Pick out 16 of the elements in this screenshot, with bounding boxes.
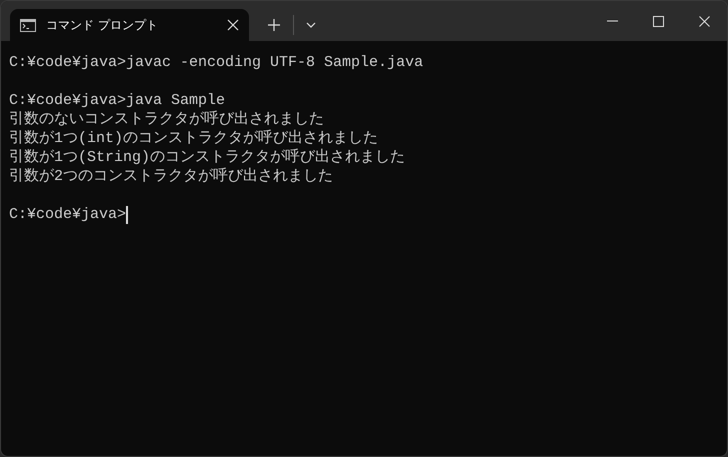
terminal-icon: [20, 18, 36, 32]
console-line: 引数のないコンストラクタが呼び出されました: [9, 110, 324, 129]
close-tab-button[interactable]: [227, 19, 239, 31]
tab-title: コマンド プロンプト: [46, 16, 159, 34]
maximize-icon: [652, 16, 664, 26]
close-icon: [698, 16, 710, 26]
console-line: 引数が1つ(String)のコンストラクタが呼び出されました: [9, 148, 406, 167]
tab[interactable]: コマンド プロンプト: [10, 9, 249, 41]
console-line: 引数が2つのコンストラクタが呼び出されました: [9, 167, 334, 186]
console-line: 引数が1つ(int)のコンストラクタが呼び出されました: [9, 129, 378, 148]
console-prompt: C:¥code¥java>: [9, 205, 126, 224]
chevron-down-icon: [306, 22, 316, 28]
console-line: C:¥code¥java>javac -encoding UTF-8 Sample.java: [9, 53, 424, 72]
plus-icon: [268, 19, 280, 31]
console-line: C:¥code¥java>java Sample: [9, 91, 226, 110]
minimize-icon: [606, 20, 618, 22]
